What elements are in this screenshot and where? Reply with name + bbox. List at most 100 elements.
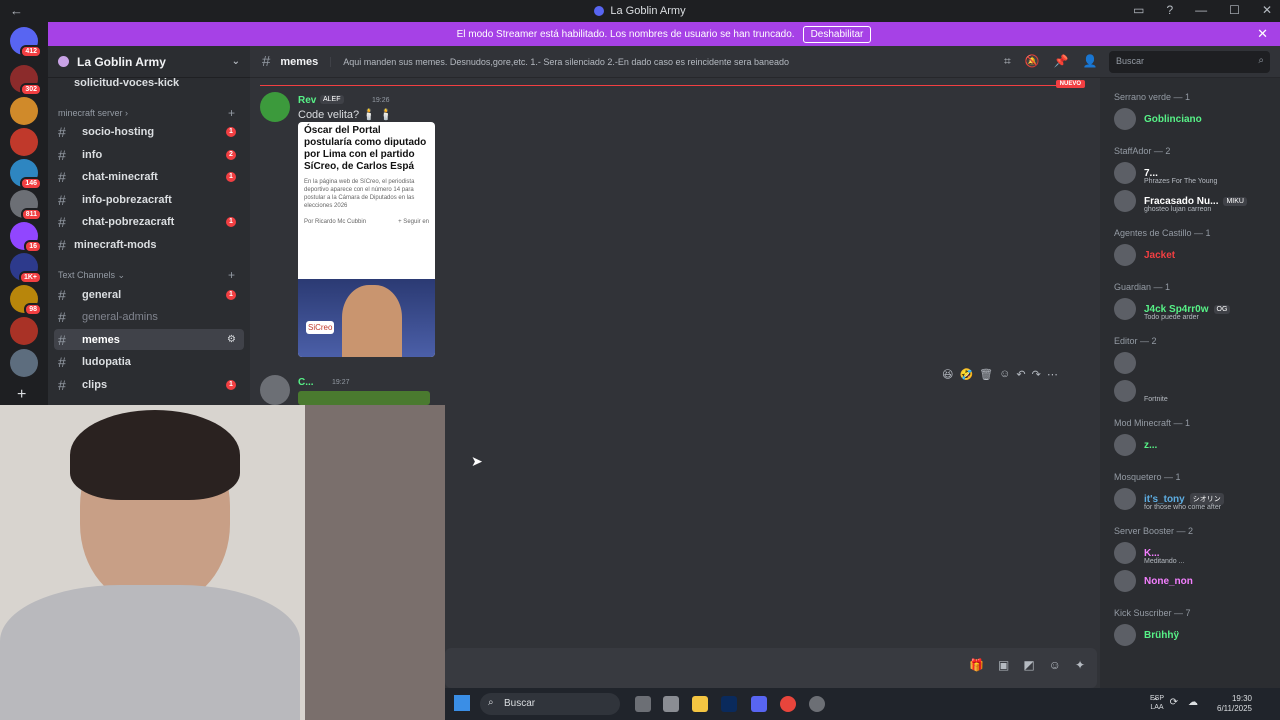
streamer-mode-banner: El modo Streamer está habilitado. Los no… [48,22,1280,46]
sync-icon[interactable]: ⟳ [1170,697,1178,708]
apps-icon[interactable]: ✦ [1075,658,1085,672]
minimize-button[interactable]: — [1195,3,1207,17]
category-header[interactable]: Text Channels ⌄ + [58,268,235,282]
member-item[interactable]: J4ck Sp4rr0w OG Todo puede arder [1114,298,1231,321]
server-icon[interactable] [10,97,38,125]
channel-item[interactable]: # general 1 [54,284,244,305]
message-author[interactable]: Rev [298,95,316,106]
add-server-button[interactable]: + [17,386,26,404]
inbox-icon[interactable]: ▭ [1133,3,1144,17]
search-input[interactable]: Buscar ⌕ [1109,51,1270,73]
server-icon[interactable]: 146 [10,159,42,190]
channel-item[interactable]: # chat-minecraft 1 [54,166,244,187]
member-item[interactable]: z... [1114,434,1157,456]
more-icon[interactable]: ⋯ [1047,368,1058,381]
member-item[interactable]: Jacket [1114,244,1175,266]
channel-item[interactable]: # general-admins [54,306,244,327]
discord-taskbar-icon[interactable] [751,696,767,712]
windows-start-icon[interactable] [454,695,470,711]
app-icon[interactable] [809,696,825,712]
task-view-icon[interactable] [635,696,651,712]
server-icon[interactable]: 1K+ [10,253,42,284]
hoodie [0,585,300,720]
member-item[interactable]: Brühhÿ [1114,624,1179,646]
server-icon[interactable] [10,349,38,377]
close-banner-icon[interactable]: ✕ [1257,26,1268,42]
language-indicator[interactable]: ESP LAA [1150,694,1164,712]
member-item[interactable]: Fortnite [1114,380,1168,403]
avatar [1114,434,1136,456]
member-status: Meditando ... [1144,558,1185,565]
add-channel-icon[interactable]: + [228,106,235,120]
channel-item[interactable]: # minecraft-mods [54,234,244,255]
reaction-emoji-icon[interactable]: 😆 [942,368,953,381]
wardrobe-door [305,405,445,720]
channel-name: minecraft-mods [74,238,157,251]
home-button[interactable]: 412 [10,27,42,58]
disable-streamer-button[interactable]: Deshabilitar [802,25,872,43]
member-item[interactable]: Fracasado Nu... MIKU ghosteo lujan carreon [1114,190,1247,213]
sticker-icon[interactable]: ◩ [1023,658,1034,672]
emoji-icon[interactable]: ☺ [1049,658,1061,672]
member-item[interactable]: K... Meditando ... [1114,542,1184,565]
server-icon[interactable]: 811 [10,190,42,221]
reaction-emoji-icon[interactable]: 🗑 [979,368,993,381]
threads-icon[interactable]: ⌗ [1004,54,1011,69]
channel-item[interactable]: # info-pobrezacraft [54,189,244,210]
maximize-button[interactable]: ☐ [1229,3,1240,17]
hash-icon: # [58,213,66,230]
settings-icon[interactable]: ⚙ [227,334,236,345]
message-author[interactable]: C... [298,377,314,388]
hair [70,410,240,500]
message-time: 19:26 [372,97,390,104]
search-icon: ⌕ [488,697,494,708]
reaction-emoji-icon[interactable]: 🤣 [959,368,973,381]
members-icon[interactable]: 👤 [1083,54,1098,69]
category-header[interactable]: minecraft server › + [58,106,235,120]
hash-icon: # [58,146,66,163]
photoshop-icon[interactable] [721,696,737,712]
channel-item[interactable]: # info 2 [54,144,244,165]
server-icon[interactable]: 302 [10,65,42,96]
channel-name: chat-pobrezacraft [82,215,175,228]
image-embed[interactable]: Óscar del Portal postularía como diputad… [298,122,435,357]
mute-bell-icon[interactable]: 🔕 [1025,54,1040,69]
file-explorer-icon[interactable] [692,696,708,712]
clock[interactable]: 19:30 6/11/2025 [1217,694,1252,714]
channel-item[interactable]: solicitud-voces-kick [54,72,244,93]
server-icon[interactable]: 98 [10,285,42,316]
member-item[interactable]: Goblinciano [1114,108,1202,130]
channel-item-active[interactable]: # memes ⚙ [54,329,244,350]
cloud-icon[interactable]: ☁ [1188,697,1198,708]
member-item[interactable]: it's_tony シオリン for those who come after [1114,488,1224,511]
app-icon[interactable] [663,696,679,712]
gif-icon[interactable]: ▣ [998,658,1009,672]
member-item[interactable] [1114,352,1144,374]
avatar[interactable] [260,375,290,405]
gift-icon[interactable]: 🎁 [969,658,984,672]
member-item[interactable]: None_non [1114,570,1193,592]
avatar[interactable] [260,92,290,122]
taskbar-search[interactable]: ⌕ Buscar [480,693,620,715]
pin-icon[interactable]: 📌 [1054,54,1069,69]
channel-item[interactable]: # chat-pobrezacraft 1 [54,211,244,232]
back-arrow-icon[interactable]: ← [10,3,23,18]
channel-item[interactable]: # clips 1 [54,374,244,395]
server-icon[interactable]: 16 [10,222,42,253]
server-icon[interactable] [10,317,38,345]
server-icon[interactable] [10,128,38,156]
member-item[interactable]: 7... Phrazes For The Young [1114,162,1217,185]
channel-topic[interactable]: Aqui manden sus memes. Desnudos,gore,etc… [330,56,789,67]
member-name: it's_tony [1144,493,1185,505]
add-reaction-icon[interactable]: ☺ [999,368,1010,380]
channel-item[interactable]: # socio-hosting 1 [54,121,244,142]
help-icon[interactable]: ? [1166,3,1173,17]
close-window-button[interactable]: ✕ [1262,3,1272,17]
add-channel-icon[interactable]: + [228,268,235,282]
image-attachment[interactable] [298,391,430,405]
chevron-down-icon[interactable]: ⌄ [232,56,240,67]
reply-icon[interactable]: ↶ [1016,368,1025,381]
forward-icon[interactable]: ↷ [1032,368,1041,381]
channel-item[interactable]: # ludopatia [54,351,244,372]
chrome-icon[interactable] [780,696,796,712]
